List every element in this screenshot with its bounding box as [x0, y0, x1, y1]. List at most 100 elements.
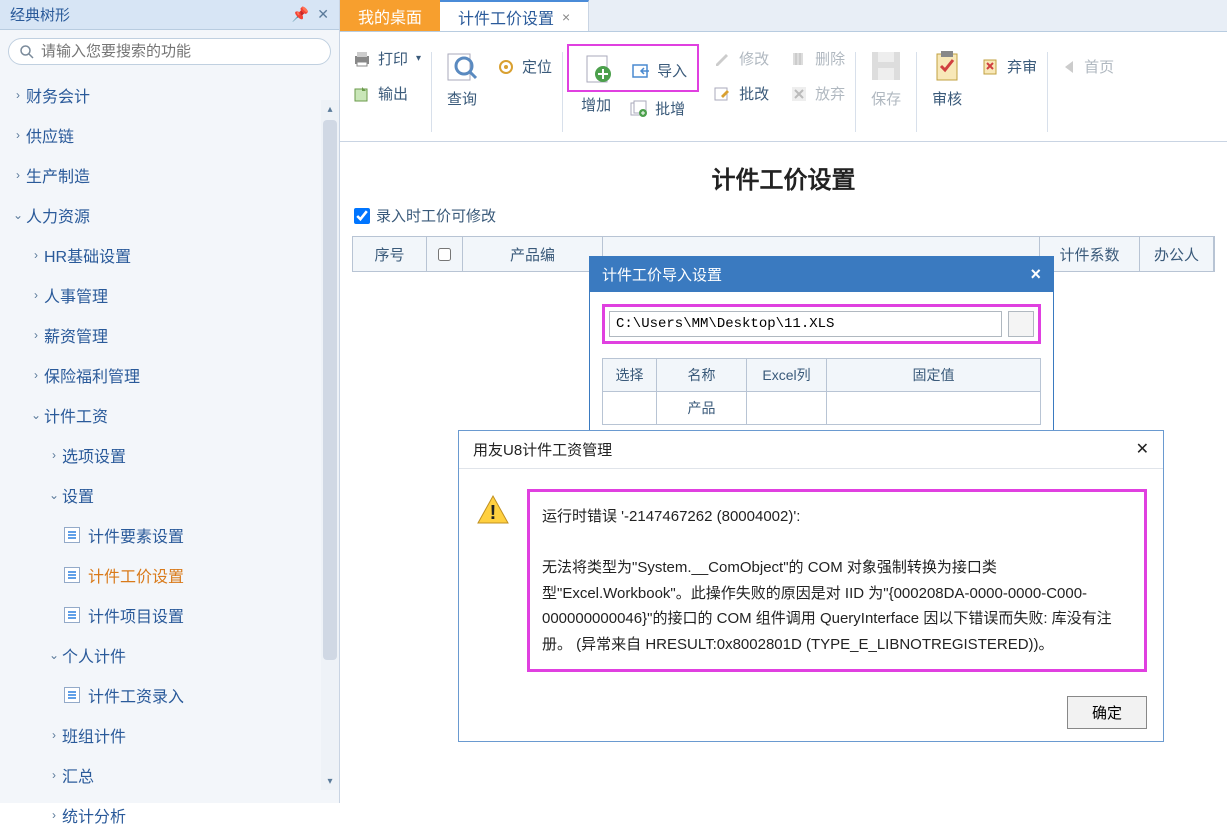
col-fixed[interactable]: 固定值: [827, 359, 1041, 392]
tree-personal-piece[interactable]: ⌄个人计件: [0, 635, 339, 675]
search-box[interactable]: [8, 38, 331, 65]
svg-text:!: !: [490, 502, 497, 524]
col-coeff[interactable]: 计件系数: [1040, 237, 1140, 271]
close-icon[interactable]: ✕: [317, 6, 329, 23]
file-path-row: [602, 304, 1041, 344]
close-icon[interactable]: ✕: [1136, 439, 1149, 460]
tree-hr-mgmt[interactable]: ›人事管理: [0, 275, 339, 315]
first-page-button[interactable]: 首页: [1052, 52, 1120, 81]
locate-icon: [496, 57, 516, 77]
pencil-icon: [713, 49, 733, 69]
scroll-up-icon[interactable]: ▴: [321, 100, 339, 118]
error-dialog-header[interactable]: 用友U8计件工资管理 ✕: [459, 431, 1163, 469]
sidebar-header: 经典树形 📌 ✕: [0, 0, 339, 30]
tree-team-piece[interactable]: ›班组计件: [0, 715, 339, 755]
file-icon: [64, 567, 80, 583]
sidebar: 经典树形 📌 ✕ ›财务会计 ›供应链 ›生产制造 ⌄人力资源 ›HR基础设置 …: [0, 0, 340, 803]
tree-summary[interactable]: ›汇总: [0, 755, 339, 795]
import-dialog: 计件工价导入设置 × 选择 名称 Excel列 固定值 产品: [589, 256, 1054, 438]
tree-production[interactable]: ›生产制造: [0, 155, 339, 195]
scroll-down-icon[interactable]: ▾: [321, 772, 339, 790]
col-prod[interactable]: 产品编: [463, 237, 603, 271]
col-seq[interactable]: 序号: [353, 237, 427, 271]
query-button[interactable]: 查询: [436, 44, 488, 113]
delete-icon: [789, 49, 809, 69]
tree-hr-base[interactable]: ›HR基础设置: [0, 235, 339, 275]
tab-bar: 我的桌面 计件工价设置 ×: [340, 0, 1227, 32]
batch-mod-icon: [713, 84, 733, 104]
sidebar-scrollbar[interactable]: ▴ ▾: [321, 100, 339, 790]
tab-desktop[interactable]: 我的桌面: [340, 0, 440, 31]
locate-button[interactable]: 定位: [490, 52, 558, 81]
col-excel[interactable]: Excel列: [747, 359, 827, 392]
import-dialog-title: 计件工价导入设置: [602, 264, 722, 285]
import-table: 选择 名称 Excel列 固定值 产品: [602, 358, 1041, 425]
tab-close-icon[interactable]: ×: [562, 9, 570, 25]
editable-checkbox[interactable]: [354, 208, 370, 224]
checkbox-label: 录入时工价可修改: [376, 205, 496, 226]
save-icon: [868, 48, 904, 84]
tree-option-set[interactable]: ›选项设置: [0, 435, 339, 475]
sidebar-title: 经典树形: [10, 4, 70, 25]
tab-current[interactable]: 计件工价设置 ×: [440, 0, 589, 31]
tree-insurance[interactable]: ›保险福利管理: [0, 355, 339, 395]
batch-mod-button[interactable]: 批改: [707, 79, 775, 108]
close-icon[interactable]: ×: [1030, 264, 1041, 285]
modify-button[interactable]: 修改: [707, 44, 775, 73]
tree-hr[interactable]: ⌄人力资源: [0, 195, 339, 235]
ok-button[interactable]: 确定: [1067, 696, 1147, 729]
search-input[interactable]: [41, 43, 320, 60]
batch-add-icon: [629, 99, 649, 119]
tree-payroll[interactable]: ›薪资管理: [0, 315, 339, 355]
error-message: 运行时错误 '-2147467262 (80004002)': 无法将类型为"S…: [527, 489, 1147, 672]
add-button[interactable]: [573, 48, 625, 88]
tree-finance[interactable]: ›财务会计: [0, 75, 339, 115]
select-all-checkbox[interactable]: [438, 248, 451, 261]
editable-checkbox-row: 录入时工价可修改: [340, 205, 1227, 236]
error-line1: 运行时错误 '-2147467262 (80004002)':: [542, 504, 1132, 530]
file-icon: [64, 527, 80, 543]
printer-icon: [352, 49, 372, 69]
batch-add-button[interactable]: 批增: [623, 94, 691, 123]
tree-project-set[interactable]: 计件项目设置: [0, 595, 339, 635]
abandon-icon: [789, 84, 809, 104]
tree-element-set[interactable]: 计件要素设置: [0, 515, 339, 555]
tree-stats[interactable]: ›统计分析: [0, 795, 339, 835]
delete-button[interactable]: 删除: [783, 44, 851, 73]
page-title: 计件工价设置: [340, 142, 1227, 205]
print-button[interactable]: 打印▾: [346, 44, 427, 73]
col-name[interactable]: 名称: [657, 359, 747, 392]
tree-wage-entry[interactable]: 计件工资录入: [0, 675, 339, 715]
import-button[interactable]: 导入: [625, 56, 693, 85]
tree-settings[interactable]: ⌄设置: [0, 475, 339, 515]
col-office[interactable]: 办公人: [1140, 237, 1214, 271]
reject-icon: [981, 57, 1001, 77]
table-row[interactable]: 产品: [603, 392, 1041, 425]
export-button[interactable]: 输出: [346, 79, 427, 108]
add-icon: [581, 52, 617, 88]
audit-button[interactable]: 审核: [921, 44, 973, 113]
col-check[interactable]: [427, 237, 463, 271]
file-path-input[interactable]: [609, 311, 1002, 337]
tree-piece-wage[interactable]: ⌄计件工资: [0, 395, 339, 435]
search-icon: [19, 44, 35, 60]
error-line2: 无法将类型为"System.__ComObject"的 COM 对象强制转换为接…: [542, 555, 1132, 657]
magnifier-icon: [444, 48, 480, 84]
tree-price-set[interactable]: 计件工价设置: [0, 555, 339, 595]
abandon-button[interactable]: 放弃: [783, 79, 851, 108]
clipboard-icon: [929, 48, 965, 84]
scrollbar-thumb[interactable]: [323, 120, 337, 660]
tree-supply[interactable]: ›供应链: [0, 115, 339, 155]
save-button[interactable]: 保存: [860, 44, 912, 113]
file-icon: [64, 687, 80, 703]
first-page-icon: [1058, 57, 1078, 77]
import-dialog-header[interactable]: 计件工价导入设置 ×: [590, 257, 1053, 292]
nav-tree: ›财务会计 ›供应链 ›生产制造 ⌄人力资源 ›HR基础设置 ›人事管理 ›薪资…: [0, 73, 339, 837]
export-icon: [352, 84, 372, 104]
col-select[interactable]: 选择: [603, 359, 657, 392]
pin-icon[interactable]: 📌: [292, 6, 309, 23]
browse-button[interactable]: [1008, 311, 1034, 337]
reject-button[interactable]: 弃审: [975, 52, 1043, 81]
toolbar: 打印▾ 输出 查询 定位 导入 增加 批增 修改 批改: [340, 32, 1227, 142]
file-icon: [64, 607, 80, 623]
